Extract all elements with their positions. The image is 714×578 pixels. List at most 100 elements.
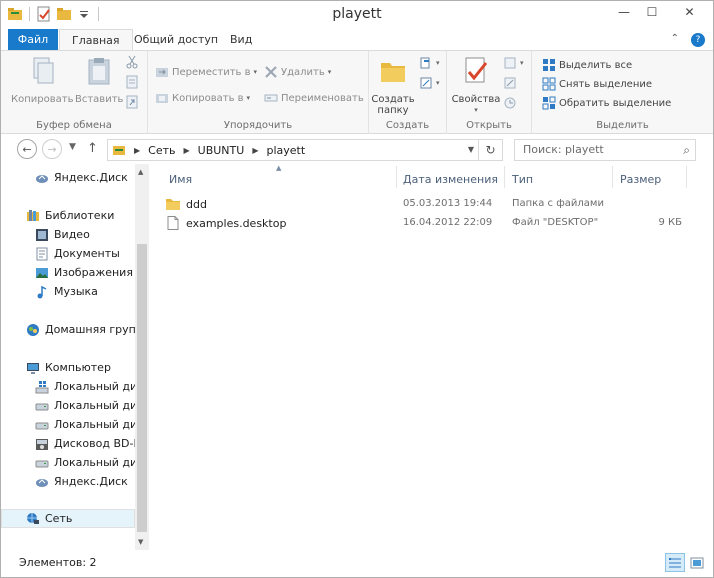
column-divider[interactable] (686, 166, 687, 188)
group-label-select: Выделить (596, 120, 649, 131)
up-arrow-icon: ↑ (87, 141, 98, 156)
column-divider[interactable] (612, 166, 613, 188)
nav-item-local-disk[interactable]: Локальный диск (1, 377, 135, 396)
refresh-button[interactable]: ↻ (478, 140, 502, 160)
nav-item-label: Локальный диск (54, 399, 135, 412)
file-row[interactable]: ddd 05.03.2013 19:44 Папка с файлами (165, 195, 695, 214)
copy-path-button[interactable] (125, 75, 139, 89)
properties-button[interactable]: Свойства ▾ (450, 55, 502, 116)
paste-icon (88, 58, 110, 85)
nav-item-yandex-disk[interactable]: Яндекс.Диск (1, 472, 135, 491)
tab-share[interactable]: Общий доступ (122, 29, 230, 51)
nav-pane-scroll-thumb[interactable] (137, 244, 147, 532)
select-all-button[interactable]: Выделить все (542, 58, 632, 72)
ribbon-right-controls: ⌃ ? (671, 33, 705, 47)
help-icon[interactable]: ? (691, 33, 705, 47)
copy-to-icon (156, 94, 168, 103)
column-header-date[interactable]: Дата изменения (403, 164, 498, 192)
nav-item-computer[interactable]: Компьютер (1, 358, 135, 377)
scroll-down-icon[interactable]: ▼ (138, 538, 143, 546)
paste-shortcut-icon (126, 95, 138, 109)
address-bar[interactable]: ▶ Сеть ▶ UBUNTU ▶ playett ▼ ↻ (107, 139, 503, 161)
properties-label: Свойства (451, 94, 501, 105)
delete-button[interactable]: Удалить ▾ (264, 65, 331, 79)
tab-file[interactable]: Файл (8, 29, 58, 51)
nav-item-local-disk[interactable]: Локальный диск (1, 396, 135, 415)
item-count: Элементов: 2 (19, 556, 97, 569)
search-input[interactable]: Поиск: playett ⌕ (514, 139, 696, 161)
nav-pane-scrollbar[interactable]: ▲ ▼ (135, 164, 149, 550)
column-header-type[interactable]: Тип (512, 164, 533, 192)
large-icons-view-button[interactable] (687, 553, 707, 572)
chevron-down-icon: ▼ (69, 142, 76, 152)
nav-item-pictures[interactable]: Изображения (1, 263, 135, 282)
address-history-dropdown-icon[interactable]: ▼ (468, 145, 474, 154)
column-header-name[interactable]: Имя (169, 164, 192, 192)
up-button[interactable]: ↑ (87, 141, 98, 156)
paste-button[interactable]: Вставить (75, 55, 123, 105)
easy-access-button[interactable]: ▾ (419, 76, 440, 90)
new-folder-button[interactable]: Создать папку (371, 55, 415, 116)
refresh-icon: ↻ (485, 143, 496, 157)
recent-locations-button[interactable]: ▼ (69, 142, 76, 152)
collapse-ribbon-icon[interactable]: ⌃ (671, 33, 679, 47)
file-type: Файл "DESKTOP" (512, 217, 599, 228)
nav-item-local-disk[interactable]: Локальный диск (1, 453, 135, 472)
nav-item-video[interactable]: Видео (1, 225, 135, 244)
forward-arrow-icon: → (47, 142, 57, 156)
back-button[interactable]: ← (17, 139, 37, 159)
copy-icon (33, 57, 54, 84)
maximize-button[interactable]: ☐ (638, 1, 666, 23)
breadcrumb-item[interactable]: Сеть (148, 144, 175, 157)
large-icons-view-icon (690, 557, 704, 568)
tab-view[interactable]: Вид (218, 29, 264, 51)
drive-icon (35, 460, 49, 467)
nav-item-label: Компьютер (45, 361, 111, 374)
nav-item-label: Яндекс.Диск (54, 171, 128, 184)
column-header-size[interactable]: Размер (620, 164, 661, 192)
nav-item-label: Локальный диск (54, 418, 135, 431)
breadcrumb-item[interactable]: playett (266, 144, 305, 157)
file-row[interactable]: examples.desktop 16.04.2012 22:09 Файл "… (165, 214, 695, 233)
breadcrumb-item[interactable]: UBUNTU (198, 144, 245, 157)
search-icon[interactable]: ⌕ (683, 143, 690, 158)
group-label-open: Открыть (466, 120, 512, 131)
edit-button[interactable] (503, 76, 517, 90)
nav-item-homegroup[interactable]: Домашняя группа (1, 320, 135, 339)
title-bar: playett — ☐ ✕ (1, 1, 713, 28)
open-button[interactable]: ▾ (503, 56, 524, 70)
drive-icon (35, 403, 49, 410)
nav-item-label: Видео (54, 228, 90, 241)
ribbon: Копировать Вставить Буфер обмена Перемес… (1, 50, 713, 134)
history-button[interactable] (503, 96, 517, 110)
scroll-up-icon[interactable]: ▲ (138, 168, 143, 176)
group-clipboard: Копировать Вставить Буфер обмена (1, 51, 148, 134)
nav-item-bd-drive[interactable]: Дисковод BD-RC (1, 434, 135, 453)
close-button[interactable]: ✕ (666, 1, 713, 23)
paste-shortcut-button[interactable] (125, 95, 139, 109)
select-all-icon (543, 59, 555, 71)
nav-item-documents[interactable]: Документы (1, 244, 135, 263)
column-divider[interactable] (504, 166, 505, 188)
select-none-button[interactable]: Снять выделение (542, 77, 652, 91)
details-view-button[interactable] (665, 553, 685, 572)
rename-icon (264, 94, 278, 102)
nav-item-music[interactable]: Музыка (1, 282, 135, 301)
forward-button[interactable]: → (42, 139, 62, 159)
new-item-button[interactable]: ▾ (419, 56, 440, 70)
cut-button[interactable] (125, 55, 139, 69)
invert-selection-button[interactable]: Обратить выделение (542, 96, 671, 110)
copy-button[interactable]: Копировать (11, 55, 73, 105)
nav-item-label: Локальный диск (54, 380, 135, 393)
cut-icon (126, 55, 138, 69)
column-divider[interactable] (396, 166, 397, 188)
nav-item-libraries[interactable]: Библиотеки (1, 206, 135, 225)
minimize-button[interactable]: — (610, 1, 638, 23)
details-view-icon (669, 557, 681, 567)
copy-to-button[interactable]: Копировать в ▾ (155, 91, 250, 105)
move-to-button[interactable]: Переместить в ▾ (155, 65, 257, 79)
rename-button[interactable]: Переименовать (264, 91, 364, 105)
nav-item-yandex-disk[interactable]: Яндекс.Диск (1, 168, 135, 187)
nav-item-network[interactable]: Сеть (1, 509, 135, 528)
nav-item-local-disk[interactable]: Локальный диск (1, 415, 135, 434)
